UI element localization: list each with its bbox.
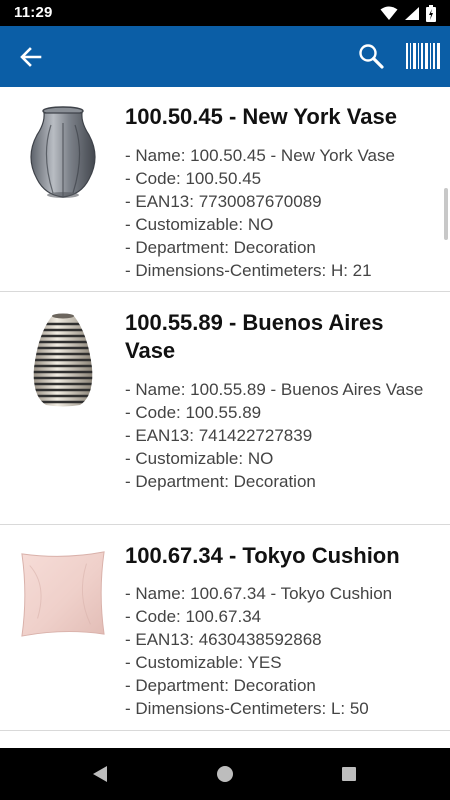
item-detail-code: - Code: 100.50.45 xyxy=(125,169,262,188)
nav-home-button[interactable] xyxy=(213,762,237,786)
item-title: 100.55.89 - Buenos Aires Vase xyxy=(125,310,384,363)
item-detail-dimensions: - Dimensions-Centimeters: L: 50 xyxy=(125,699,369,718)
item-detail-code: - Code: 100.55.89 xyxy=(125,403,262,422)
back-triangle-icon xyxy=(93,766,107,782)
status-time: 11:29 xyxy=(14,4,53,21)
item-detail-customizable: - Customizable: NO xyxy=(125,449,274,468)
item-title: 100.50.45 - New York Vase xyxy=(125,104,397,129)
nav-recents-button[interactable] xyxy=(337,762,361,786)
status-bar: 11:29 xyxy=(0,0,450,26)
item-details: - Name: 100.67.34 - Tokyo Cushion - Code… xyxy=(125,582,435,720)
arrow-left-icon xyxy=(20,47,42,67)
item-detail-department: - Department: Decoration xyxy=(125,238,316,257)
product-list[interactable]: 100.50.45 - New York Vase - Name: 100.50… xyxy=(0,87,450,748)
vase-glass-image xyxy=(18,103,108,203)
item-detail-department: - Department: Decoration xyxy=(125,472,316,491)
status-icons xyxy=(380,5,436,27)
signal-icon xyxy=(404,6,420,26)
cushion-pink-image xyxy=(18,543,108,643)
item-detail-customizable: - Customizable: NO xyxy=(125,215,274,234)
item-detail-ean13: - EAN13: 741422727839 xyxy=(125,426,313,445)
item-details: - Name: 100.50.45 - New York Vase - Code… xyxy=(125,144,435,282)
battery-icon xyxy=(426,5,436,27)
item-detail-ean13: - EAN13: 4630438592868 xyxy=(125,630,322,649)
item-title: 100.67.34 - Tokyo Cushion xyxy=(125,543,400,568)
nav-back-button[interactable] xyxy=(88,762,112,786)
item-detail-ean13: - EAN13: 7730087670089 xyxy=(125,192,322,211)
item-detail-dimensions: - Dimensions-Centimeters: H: 21 xyxy=(125,261,372,280)
list-item[interactable]: 100.50.45 - New York Vase - Name: 100.50… xyxy=(0,87,450,292)
search-button[interactable] xyxy=(354,39,388,73)
home-circle-icon xyxy=(217,766,233,782)
list-item[interactable]: 100.55.89 - Buenos Aires Vase - Name: 10… xyxy=(0,292,450,525)
item-detail-name: - Name: 100.55.89 - Buenos Aires Vase xyxy=(125,380,424,399)
recents-square-icon xyxy=(342,767,356,781)
scrollbar[interactable] xyxy=(444,188,448,240)
back-button[interactable] xyxy=(14,40,48,74)
item-detail-name: - Name: 100.50.45 - New York Vase xyxy=(125,146,395,165)
search-icon xyxy=(359,44,384,69)
list-item[interactable]: 100.67.34 - Tokyo Cushion - Name: 100.67… xyxy=(0,525,450,731)
barcode-icon xyxy=(406,43,440,69)
item-detail-name: - Name: 100.67.34 - Tokyo Cushion xyxy=(125,584,393,603)
item-details: - Name: 100.55.89 - Buenos Aires Vase - … xyxy=(125,378,435,493)
vase-striped-image xyxy=(18,310,108,410)
barcode-scan-button[interactable] xyxy=(404,39,442,73)
item-detail-department: - Department: Decoration xyxy=(125,676,316,695)
item-detail-code: - Code: 100.67.34 xyxy=(125,607,262,626)
wifi-icon xyxy=(380,6,398,26)
item-detail-customizable: - Customizable: YES xyxy=(125,653,282,672)
app-bar xyxy=(0,26,450,87)
system-nav-bar xyxy=(0,748,450,800)
